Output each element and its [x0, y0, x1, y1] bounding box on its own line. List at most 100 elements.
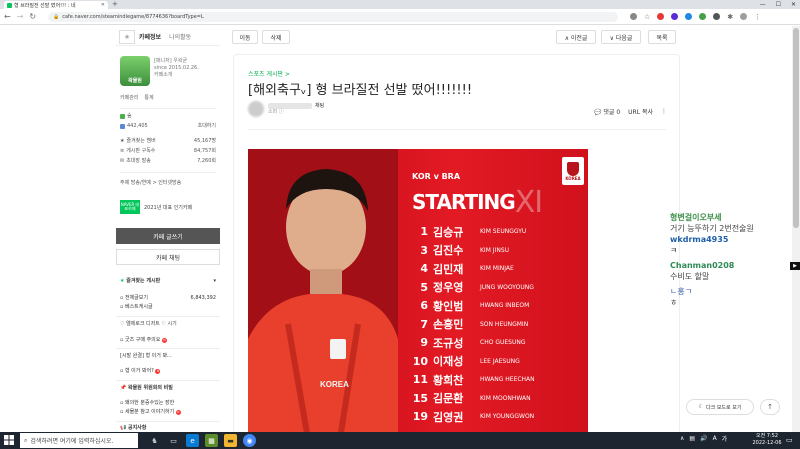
fav-boards-header[interactable]: ★ 즐겨찾는 게시판 ▾	[116, 278, 220, 285]
award-row: NAVER 대표카페 2021년 대표 인기카페	[120, 200, 216, 214]
close-window-button[interactable]: ✕	[791, 0, 796, 9]
player-name-en: KIM MINJAE	[480, 265, 514, 272]
promo-item[interactable]: ♡ 엘제로크 디저트 ♡ 시기	[116, 321, 220, 328]
favorite-star-icon[interactable]: ★	[119, 29, 135, 44]
minecraft-icon[interactable]: ▦	[205, 434, 218, 447]
tab-cafe-info[interactable]: 카페정보	[135, 32, 165, 41]
section-header[interactable]: 📌 왁물원 위원회의 비밀	[116, 385, 220, 392]
board-item[interactable]: ▫ 전체글보기 6,843,392	[116, 295, 220, 302]
player-row: 5 정우영 JUNG WOOYOUNG	[408, 279, 534, 296]
chat-link[interactable]: 채팅	[315, 103, 324, 109]
notice-header[interactable]: 📢 공지사항	[116, 425, 220, 432]
tab-close-icon[interactable]: ✕	[101, 2, 105, 8]
share-icon[interactable]	[630, 13, 637, 20]
more-options-icon[interactable]: ⋮	[661, 108, 667, 115]
tab-title: 형 브라질전 선발 떴어!!! : 네	[14, 2, 76, 9]
promo-item[interactable]: [시발 완결] 형 이거 봐...	[116, 353, 220, 360]
bird-app-icon[interactable]: ♞	[148, 434, 161, 447]
cafe-manager[interactable]: [매니저] 우왁굳	[154, 58, 218, 65]
cafe-stats-link[interactable]: 통계	[144, 94, 153, 101]
divider	[248, 129, 666, 130]
scroll-top-button[interactable]: ↑	[760, 399, 780, 415]
player-number: 3	[420, 243, 428, 257]
notification-icon[interactable]: ▭	[786, 436, 793, 444]
copy-url-button[interactable]: URL 복사	[628, 107, 653, 116]
korea-badge: KOREA	[562, 157, 584, 185]
board-icon: ▫	[120, 368, 124, 374]
player-row: 9 조규성 CHO GUESUNG	[408, 334, 525, 351]
invite-link[interactable]: 초대하기	[198, 123, 216, 130]
player-number: 10	[412, 354, 428, 368]
ime-indicator[interactable]: 가	[722, 434, 728, 443]
browser-tab[interactable]: 형 브라질전 선발 떴어!!! : 네 ✕	[4, 1, 108, 9]
extension-red-icon[interactable]	[657, 13, 665, 20]
new-tab-button[interactable]: +	[112, 1, 118, 8]
move-button[interactable]: 이동	[232, 30, 258, 44]
puzzle-icon[interactable]: ✱	[727, 13, 733, 21]
board-item[interactable]: ▫ 왜의한 분증수있는 장한	[116, 400, 220, 407]
board-item[interactable]: ▫ 베스트게시글	[116, 304, 220, 311]
promo-sub-item[interactable]: ▫ 형 이거 봐어? N	[116, 368, 220, 375]
scrollbar-thumb[interactable]	[793, 28, 799, 228]
back-arrow-icon[interactable]: ←	[4, 12, 11, 22]
cafe-intro-link[interactable]: 카페소개	[154, 72, 218, 79]
dark-mode-button[interactable]: ☾ 다크 모드로 보기	[686, 399, 754, 415]
article-actions: 💬 댓글 0 URL 복사 ⋮	[594, 107, 667, 116]
promo-sub-item[interactable]: ▫ 굿즈 구매 주의요 N	[116, 337, 220, 344]
menu-dots-icon[interactable]: ⋮	[754, 13, 761, 21]
minimize-button[interactable]: —	[760, 0, 766, 9]
taskbar-clock[interactable]: 오전 7:52 2022-12-06	[752, 433, 782, 447]
star-icon[interactable]: ☆	[644, 13, 650, 21]
board-name-link[interactable]: 스포츠 게시판 >	[248, 69, 290, 78]
profile-avatar[interactable]	[740, 13, 748, 20]
player-number: 4	[420, 262, 428, 275]
task-view-icon[interactable]: ▭	[167, 434, 180, 447]
extension-purple-icon[interactable]	[671, 13, 679, 20]
delete-button[interactable]: 삭제	[262, 30, 290, 44]
player-name-kr: 김영권	[433, 410, 464, 424]
reload-icon[interactable]: ↻	[29, 12, 36, 22]
tab-my-activity[interactable]: 나의활동	[165, 32, 195, 41]
extension-green-icon[interactable]	[699, 13, 707, 20]
chevron-up-icon[interactable]: ∧	[680, 435, 684, 442]
board-item[interactable]: ▫ 세물분 참고 이야기하기 N	[116, 409, 220, 416]
player-row: 7 손흥민 SON HEUNGMIN	[408, 316, 528, 333]
taskbar-search[interactable]: ⌕ 검색하려면 여기에 입력하십시오.	[20, 433, 138, 448]
maximize-button[interactable]: ☐	[776, 0, 781, 9]
sidebar-tabs: ★ 카페정보 나의활동	[116, 28, 220, 46]
player-row: 19 김영권 KIM YOUNGGWON	[408, 408, 534, 425]
forward-arrow-icon[interactable]: →	[17, 12, 24, 22]
volume-icon[interactable]: 🔊	[700, 435, 707, 442]
comment-count[interactable]: 💬 댓글 0	[594, 107, 620, 116]
chrome-icon[interactable]: ◉	[243, 434, 256, 447]
cafe-write-button[interactable]: 카페 글쓰기	[116, 228, 220, 244]
player-row: 6 황인범 HWANG INBEOM	[408, 297, 529, 314]
cafe-chat-button[interactable]: 카페 채팅	[116, 249, 220, 265]
extension-dark-icon[interactable]	[713, 13, 721, 20]
scroll-arrow-icon[interactable]: ▶	[790, 262, 800, 270]
lang-indicator[interactable]: A	[713, 435, 717, 442]
extension-blue-icon[interactable]	[685, 13, 693, 20]
file-explorer-icon[interactable]: ▬	[224, 434, 237, 447]
chat-message: ㄴ홍ㄱ	[670, 287, 693, 296]
cafe-logo[interactable]: 왁물원	[120, 56, 150, 86]
network-icon[interactable]: ▤	[689, 435, 695, 442]
avatar[interactable]	[248, 101, 264, 117]
player-photo: KOREA	[248, 149, 398, 433]
award-text: 2021년 대표 인기카페	[144, 204, 193, 211]
address-bar[interactable]: 🔒 cafe.naver.com/steamindiegame/8774636?…	[48, 12, 618, 22]
edge-icon[interactable]: e	[186, 434, 199, 447]
windows-start-icon[interactable]	[4, 435, 14, 445]
cafe-manage-link[interactable]: 카페관리	[120, 94, 138, 101]
prev-post-button[interactable]: ∧ 이전글	[556, 30, 596, 44]
list-button[interactable]: 목록	[648, 30, 676, 44]
starting-xi-poster[interactable]: KOREA KOR v BRA STARTINGXI KOREA 1 김승규 KIM…	[248, 149, 588, 433]
chevron-down-icon[interactable]: ▾	[213, 278, 216, 285]
author-meta: 소퍼 ⓘ	[268, 109, 284, 115]
player-row: 1 김승규 KIM SEUNGGYU	[408, 223, 526, 240]
screen: 형 브라질전 선발 떴어!!! : 네 ✕ + — ☐ ✕ ← → ↻ 🔒 ca…	[0, 0, 800, 449]
player-name-kr: 이재성	[433, 355, 464, 368]
chat-message: 수비도 할말	[670, 272, 710, 281]
player-name-kr: 김진수	[433, 244, 464, 257]
next-post-button[interactable]: ∨ 다음글	[601, 30, 641, 44]
